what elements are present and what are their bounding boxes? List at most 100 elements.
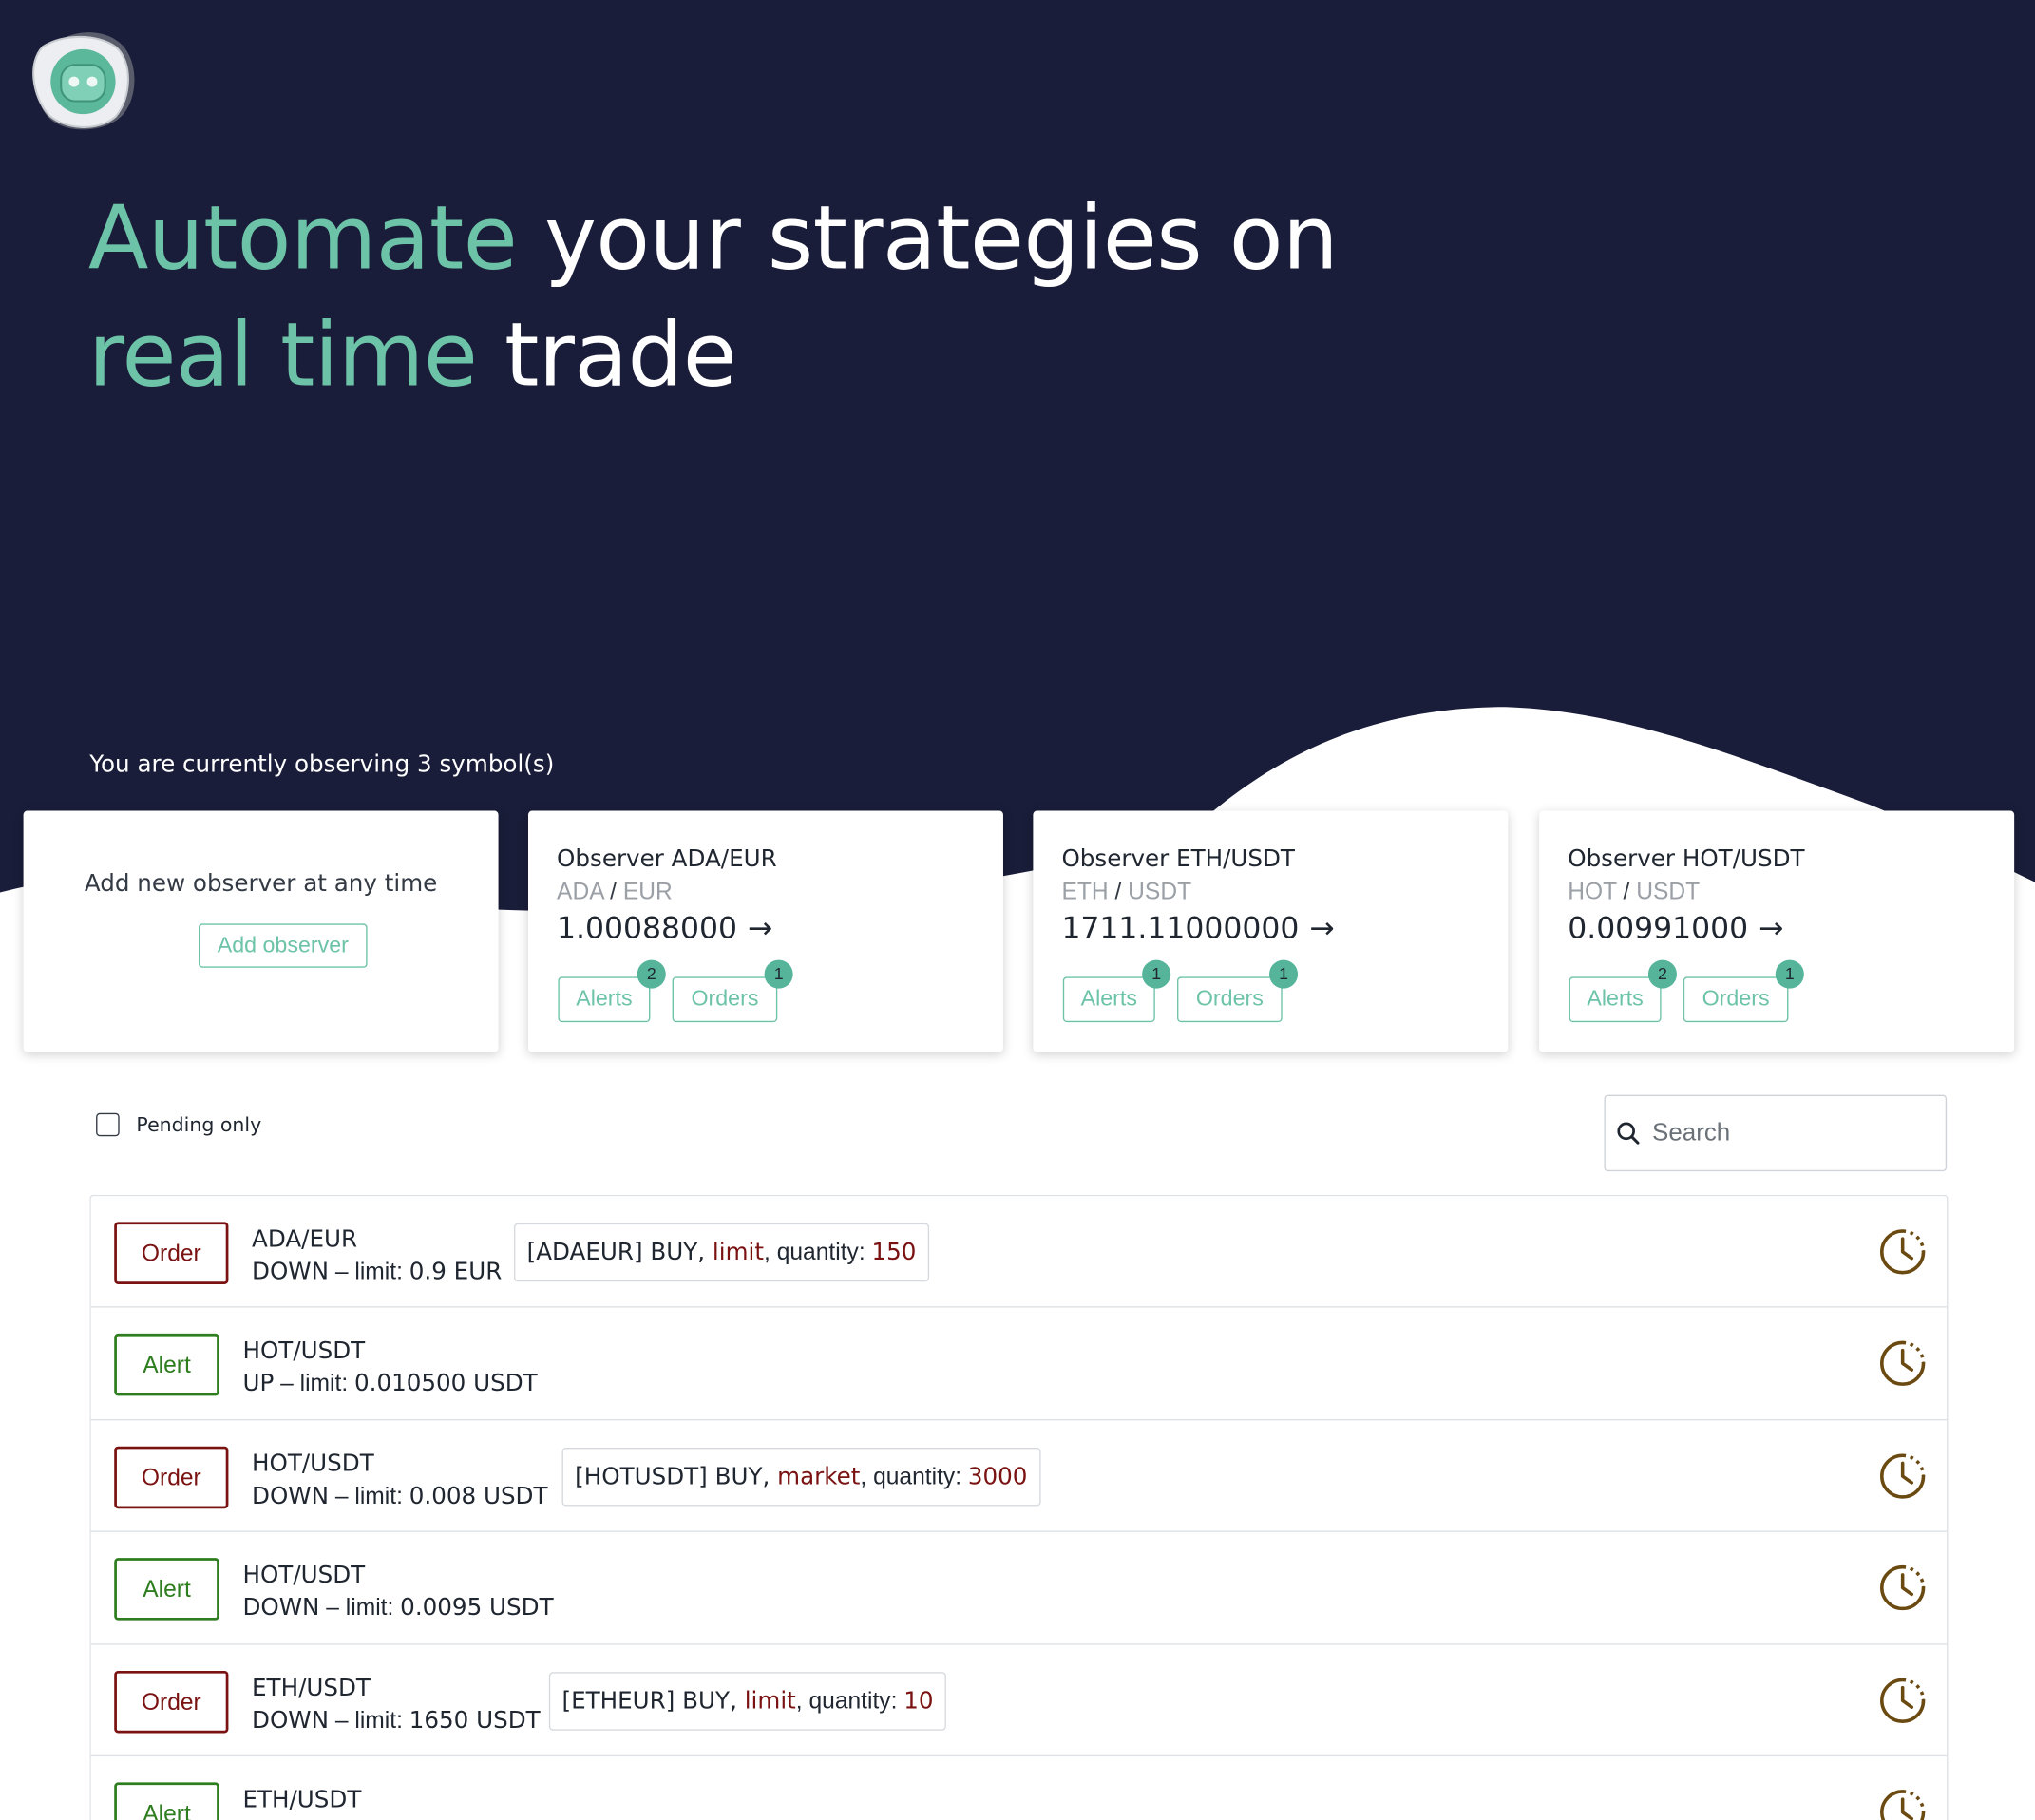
search-box[interactable] <box>1604 1094 1948 1172</box>
add-observer-button[interactable]: Add observer <box>199 923 368 968</box>
headline-accent-real-time: real time <box>87 304 478 408</box>
observer-base: ADA <box>557 878 604 904</box>
order-details-box: [HOTUSDT] BUY, market, quantity: 3000 <box>561 1447 1041 1507</box>
hero-headline: Automate your strategies on real time tr… <box>87 181 1339 415</box>
row-direction: DOWN <box>242 1594 320 1622</box>
orders-count-badge: 1 <box>1269 959 1299 989</box>
observer-pair: HOT / USDT <box>1568 879 1700 906</box>
headline-text-line-1: your strategies on <box>517 188 1339 291</box>
pending-clock-icon <box>1880 1678 1926 1723</box>
orders-button[interactable]: Orders 1 <box>672 959 793 1023</box>
orders-count-badge: 1 <box>764 959 793 989</box>
alerts-button[interactable]: Alerts 1 <box>1062 959 1171 1023</box>
row-symbol: HOT/USDT <box>242 1562 366 1590</box>
observer-quote: USDT <box>1128 878 1192 904</box>
hero-wave-background <box>0 0 2035 912</box>
pair-separator: / <box>610 878 617 904</box>
row-symbol: ETH/USDT <box>252 1674 371 1702</box>
observer-card-eth-usdt[interactable]: Observer ETH/USDT ETH / USDT 1711.110000… <box>1033 810 1509 1052</box>
row-symbol: ADA/EUR <box>252 1225 358 1254</box>
list-item[interactable]: Alert HOT/USDT DOWN – limit: 0.0095 USDT <box>90 1532 1948 1645</box>
alerts-label: Alerts <box>1080 985 1137 1011</box>
order-type-badge: Order <box>114 1670 229 1733</box>
order-prefix: [ADAEUR] BUY, <box>526 1239 713 1266</box>
list-item[interactable]: Alert HOT/USDT UP – limit: 0.010500 USDT <box>90 1308 1948 1421</box>
orders-label: Orders <box>691 985 759 1011</box>
pending-clock-icon <box>1880 1565 1926 1611</box>
pending-clock-icon <box>1880 1229 1926 1275</box>
observer-price-link[interactable]: 1.00088000 → <box>557 912 772 946</box>
row-symbol: HOT/USDT <box>252 1450 374 1478</box>
row-condition: DOWN – limit: 0.0095 USDT <box>242 1592 553 1624</box>
row-limit-label: – limit: <box>274 1370 355 1396</box>
order-prefix: [ETHEUR] BUY, <box>561 1687 745 1715</box>
arrow-right-icon: → <box>1309 912 1335 946</box>
orders-button[interactable]: Orders 1 <box>1177 959 1299 1023</box>
orders-count-badge: 1 <box>1775 959 1804 989</box>
row-limit-value: 0.008 USDT <box>409 1482 548 1510</box>
row-details: ETH/USDT DOWN – limit: 1650 USDT <box>252 1672 541 1736</box>
row-direction: DOWN <box>252 1258 330 1286</box>
observer-card-ada-eur[interactable]: Observer ADA/EUR ADA / EUR 1.00088000 → A… <box>527 810 1003 1052</box>
row-direction: DOWN <box>252 1706 330 1735</box>
order-quantity: 10 <box>903 1687 934 1715</box>
pending-clock-icon <box>1880 1790 1926 1820</box>
row-condition: DOWN – limit: 0.9 EUR <box>252 1256 502 1288</box>
pending-only-checkbox[interactable] <box>96 1112 120 1137</box>
observer-quote: USDT <box>1636 878 1701 904</box>
row-limit-label: – limit: <box>329 1258 409 1284</box>
row-condition: UP – limit: 0.010500 USDT <box>242 1368 537 1400</box>
order-prefix: [HOTUSDT] BUY, <box>575 1463 778 1490</box>
row-details: HOT/USDT DOWN – limit: 0.0095 USDT <box>242 1560 553 1624</box>
order-details-box: [ADAEUR] BUY, limit, quantity: 150 <box>513 1223 930 1282</box>
row-details: HOT/USDT UP – limit: 0.010500 USDT <box>242 1336 537 1400</box>
observer-base: ETH <box>1061 878 1109 904</box>
order-type-badge: Order <box>114 1222 229 1284</box>
observer-card-hot-usdt[interactable]: Observer HOT/USDT HOT / USDT 0.00991000 →… <box>1539 810 2015 1052</box>
orders-button[interactable]: Orders 1 <box>1683 959 1804 1023</box>
row-limit-label: – limit: <box>329 1482 409 1508</box>
robot-logo-icon[interactable] <box>29 28 136 135</box>
row-symbol: ETH/USDT <box>242 1786 362 1814</box>
pending-only-filter[interactable]: Pending only <box>96 1112 261 1137</box>
observer-price-link[interactable]: 0.00991000 → <box>1568 912 1783 946</box>
arrow-right-icon: → <box>1759 912 1784 946</box>
pair-separator: / <box>1623 878 1630 904</box>
orders-label: Orders <box>1702 985 1770 1011</box>
pair-separator: / <box>1114 878 1122 904</box>
add-observer-text: Add new observer at any time <box>84 870 438 899</box>
row-limit-value: 0.010500 USDT <box>354 1370 538 1398</box>
alert-type-badge: Alert <box>114 1782 219 1820</box>
observer-price: 0.00991000 <box>1568 912 1749 946</box>
search-icon <box>1617 1122 1640 1145</box>
events-list: Order ADA/EUR DOWN – limit: 0.9 EUR [ADA… <box>89 1194 1949 1820</box>
order-quantity: 150 <box>871 1239 917 1266</box>
list-item[interactable]: Order ETH/USDT DOWN – limit: 1650 USDT [… <box>90 1644 1948 1757</box>
alerts-count-badge: 2 <box>637 959 666 989</box>
observer-base: HOT <box>1568 878 1617 904</box>
observing-count-text: You are currently observing 3 symbol(s) <box>89 750 555 779</box>
order-quantity-label: , quantity: <box>860 1463 968 1489</box>
alerts-count-badge: 2 <box>1647 959 1677 989</box>
observer-price-link[interactable]: 1711.11000000 → <box>1061 912 1334 946</box>
row-limit-value: 0.0095 USDT <box>400 1594 554 1622</box>
arrow-right-icon: → <box>747 912 773 946</box>
order-type-badge: Order <box>114 1446 229 1508</box>
list-item[interactable]: Order HOT/USDT DOWN – limit: 0.008 USDT … <box>90 1420 1948 1533</box>
list-item[interactable]: Alert ETH/USDT <box>91 1756 1947 1820</box>
observer-pair: ETH / USDT <box>1061 879 1191 906</box>
search-input[interactable] <box>1652 1095 1938 1170</box>
observer-title: Observer HOT/USDT <box>1568 845 1805 874</box>
row-direction: UP <box>242 1370 275 1398</box>
observer-price: 1.00088000 <box>557 912 737 946</box>
row-limit-label: – limit: <box>329 1706 409 1733</box>
add-observer-card: Add new observer at any time Add observe… <box>23 810 499 1052</box>
row-details: ADA/EUR DOWN – limit: 0.9 EUR <box>252 1223 502 1288</box>
alerts-button[interactable]: Alerts 2 <box>558 959 666 1023</box>
list-item[interactable]: Order ADA/EUR DOWN – limit: 0.9 EUR [ADA… <box>90 1196 1948 1309</box>
order-quantity: 3000 <box>967 1463 1028 1490</box>
row-condition: DOWN – limit: 0.008 USDT <box>252 1480 548 1512</box>
alerts-count-badge: 1 <box>1142 959 1171 989</box>
alerts-button[interactable]: Alerts 2 <box>1569 959 1677 1023</box>
alerts-label: Alerts <box>1587 985 1644 1011</box>
